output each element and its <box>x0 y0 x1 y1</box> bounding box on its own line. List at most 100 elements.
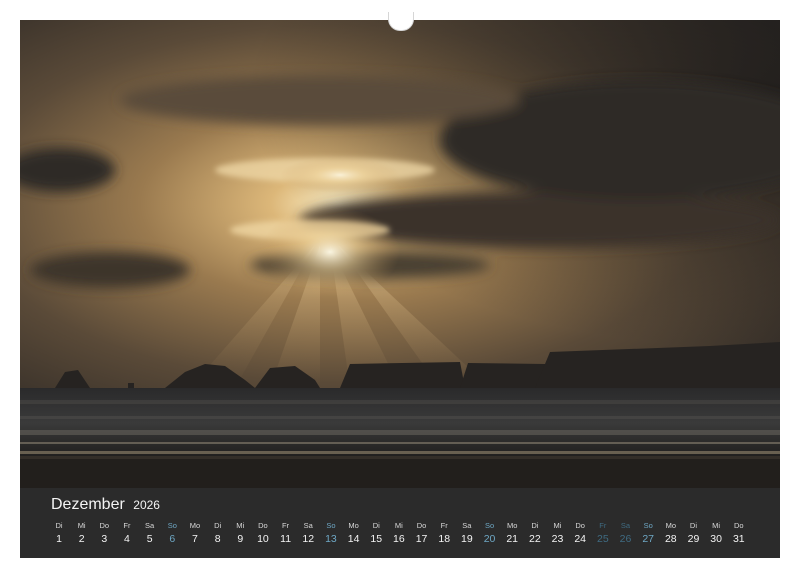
month-calendar-strip: Dezember 2026 Di 1 Mi 2 Do 3 Fr 4 Sa 5 So 6 Mo 7 Di 8 Mi… <box>20 488 780 558</box>
day-number: 4 <box>124 533 130 545</box>
day-number: 28 <box>664 533 677 545</box>
day-number: 2 <box>78 533 85 545</box>
weekday-label: Do <box>258 521 268 530</box>
day-cell: Sa 26 <box>615 520 637 546</box>
day-number: 16 <box>393 533 405 545</box>
day-number: 22 <box>529 533 541 545</box>
day-number: 6 <box>169 533 176 545</box>
day-cell: Do 3 <box>93 520 115 546</box>
weekday-label: Mo <box>189 521 201 530</box>
day-cell: Mo 21 <box>501 520 523 546</box>
weekday-label: Mi <box>553 521 562 530</box>
day-cell: So 6 <box>161 520 183 546</box>
weekday-label: Do <box>734 521 744 530</box>
day-cell: Mi 23 <box>547 520 569 546</box>
sunset-sea-photo <box>20 20 780 488</box>
weekday-label: So <box>643 521 653 530</box>
day-cell: Mo 14 <box>343 520 365 546</box>
day-cell: So 13 <box>320 520 342 546</box>
day-cell: Mi 30 <box>705 520 727 546</box>
day-cell: Mi 16 <box>388 520 410 546</box>
weekday-label: Mi <box>77 521 86 530</box>
day-cell: Do 10 <box>252 520 274 546</box>
day-number: 14 <box>347 533 360 545</box>
day-number: 9 <box>237 533 244 545</box>
day-cell: Mi 9 <box>229 520 251 546</box>
weekday-label: Sa <box>462 521 472 530</box>
weekday-label: Di <box>531 521 539 530</box>
day-cell: Fr 4 <box>116 520 138 546</box>
day-cell: So 27 <box>637 520 659 546</box>
weekday-label: So <box>326 521 336 530</box>
weekday-label: Di <box>372 521 380 530</box>
day-number: 3 <box>101 533 108 545</box>
day-cell: Fr 11 <box>275 520 297 546</box>
day-cell: Di 1 <box>48 520 70 546</box>
day-number: 13 <box>325 533 337 545</box>
weekday-label: Sa <box>145 521 155 530</box>
day-number: 26 <box>619 533 632 545</box>
day-cell: Mo 28 <box>660 520 682 546</box>
day-number: 17 <box>415 533 428 545</box>
day-number: 18 <box>438 533 451 545</box>
day-number: 25 <box>596 533 609 545</box>
day-number: 12 <box>302 533 315 545</box>
day-cell: Mo 7 <box>184 520 206 546</box>
weekday-label: Mo <box>506 521 518 530</box>
day-number: 21 <box>506 533 519 545</box>
weekday-label: Do <box>575 521 585 530</box>
day-number: 5 <box>146 533 153 545</box>
day-number: 31 <box>732 533 745 545</box>
day-number: 30 <box>710 533 722 545</box>
weekday-label: Mi <box>394 521 403 530</box>
day-number: 19 <box>461 533 473 545</box>
day-cell: Do 17 <box>411 520 433 546</box>
day-number: 27 <box>642 533 654 545</box>
day-cell: Sa 19 <box>456 520 478 546</box>
calendar-title: Dezember 2026 <box>51 496 160 514</box>
weekday-label: Fr <box>440 521 448 530</box>
weekday-label: Fr <box>123 521 131 530</box>
weekday-label: Mo <box>348 521 359 530</box>
day-number: 10 <box>257 533 269 545</box>
weekday-label: Do <box>416 521 427 530</box>
calendar-page: Dezember 2026 Di 1 Mi 2 Do 3 Fr 4 Sa 5 So 6 Mo 7 Di 8 Mi… <box>0 0 800 577</box>
day-cell: Sa 5 <box>139 520 161 546</box>
year: 2026 <box>133 498 160 512</box>
day-cell: So 20 <box>479 520 501 546</box>
weekday-label: Do <box>99 521 110 530</box>
weekday-label: Fr <box>282 521 290 530</box>
weekday-label: Sa <box>303 521 313 530</box>
weekday-label: Di <box>214 521 222 530</box>
day-cell: Do 24 <box>569 520 591 546</box>
day-cell: Fr 25 <box>592 520 614 546</box>
weekday-label: Mi <box>712 521 721 530</box>
weekday-label: So <box>167 521 177 530</box>
day-cell: Di 29 <box>682 520 704 546</box>
day-number: 11 <box>280 533 292 545</box>
day-number: 7 <box>192 533 198 545</box>
day-number: 1 <box>56 533 62 545</box>
weekday-label: So <box>484 521 495 530</box>
day-cell: Di 22 <box>524 520 546 546</box>
month-name: Dezember <box>51 496 125 513</box>
weekday-label: Mi <box>236 521 245 530</box>
day-number: 20 <box>483 533 496 545</box>
day-cell: Di 15 <box>365 520 387 546</box>
weekday-label: Di <box>689 521 698 530</box>
weekday-label: Fr <box>599 521 607 530</box>
day-number: 23 <box>551 533 564 545</box>
day-number: 29 <box>687 533 700 545</box>
day-number: 24 <box>574 533 587 545</box>
day-cell: Mi 2 <box>71 520 93 546</box>
weekday-label: Di <box>55 521 63 530</box>
day-row: Di 1 Mi 2 Do 3 Fr 4 Sa 5 So 6 Mo 7 Di 8 Mi 9 Do 10 Fr 11 Sa 12 S… <box>48 520 758 550</box>
photo-illustration <box>20 20 780 488</box>
day-cell: Sa 12 <box>297 520 319 546</box>
day-number: 15 <box>370 533 383 545</box>
weekday-label: Sa <box>620 521 631 530</box>
day-cell: Fr 18 <box>433 520 455 546</box>
weekday-label: Mo <box>665 521 677 530</box>
day-cell: Di 8 <box>207 520 229 546</box>
day-cell: Do 31 <box>728 520 750 546</box>
